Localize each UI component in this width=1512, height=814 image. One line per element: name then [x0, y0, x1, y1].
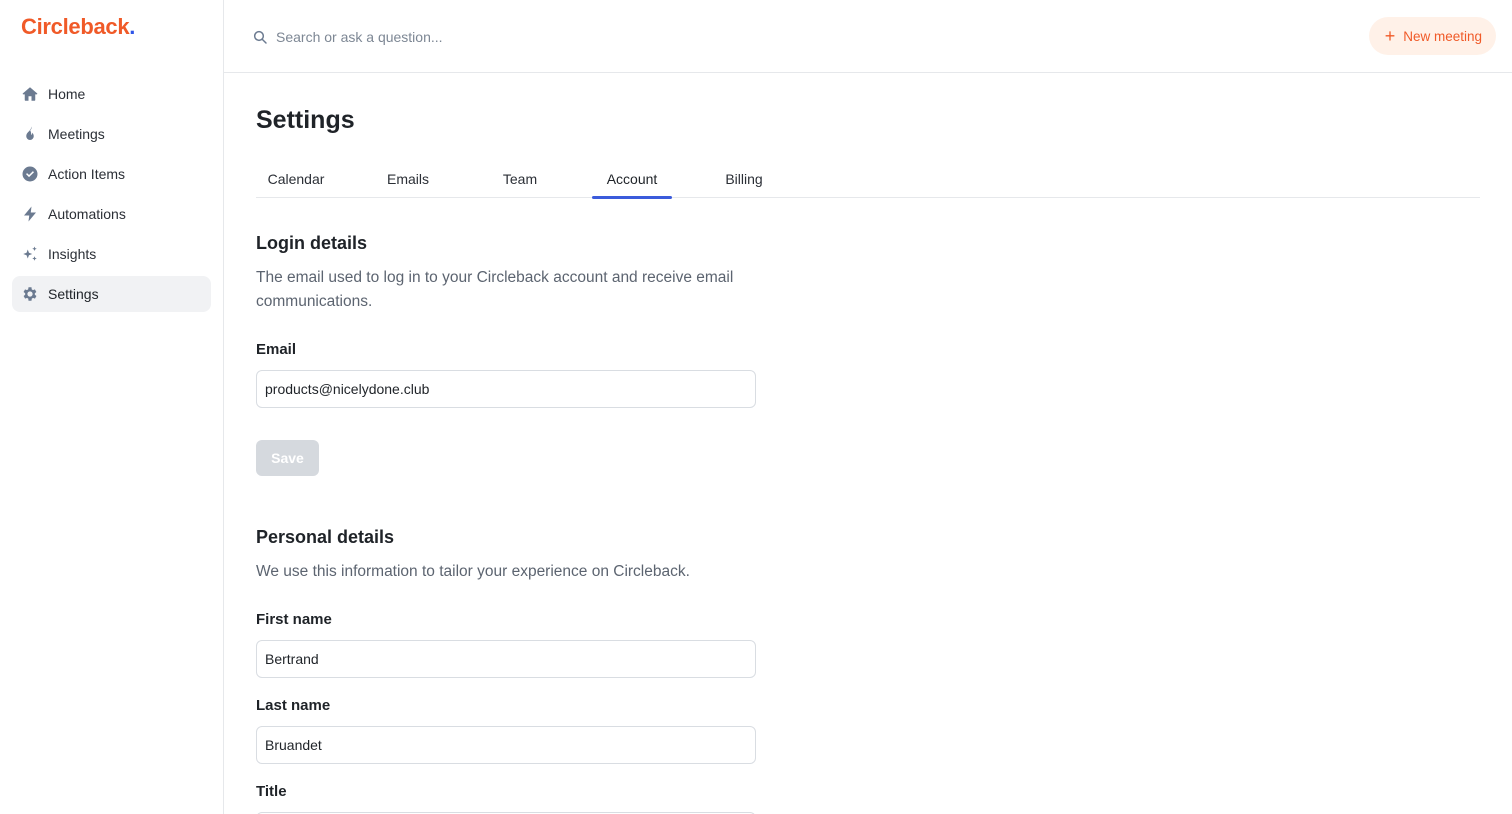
search-icon — [253, 30, 267, 44]
gear-icon — [21, 285, 39, 303]
tab-label: Emails — [386, 171, 429, 187]
new-meeting-label: New meeting — [1403, 28, 1482, 44]
sparkles-icon — [21, 245, 39, 263]
logo-dot: . — [129, 14, 136, 39]
plus-icon: + — [1384, 26, 1396, 46]
sidebar-item-meetings[interactable]: Meetings — [12, 116, 211, 152]
search-bar — [252, 26, 752, 48]
tab-account[interactable]: Account — [592, 166, 672, 199]
personal-details-title: Personal details — [256, 527, 395, 547]
sidebar-item-label: Insights — [48, 246, 97, 262]
circleback-logo[interactable]: Circleback. — [21, 14, 135, 40]
tab-calendar[interactable]: Calendar — [256, 166, 336, 198]
email-field[interactable] — [256, 370, 756, 408]
sidebar-item-label: Home — [48, 86, 86, 102]
sidebar-item-label: Meetings — [48, 126, 105, 142]
login-details-description: The email used to log in to your Circleb… — [256, 269, 734, 310]
last-name-field[interactable] — [256, 726, 756, 764]
first-name-label: First name — [256, 611, 332, 628]
email-label: Email — [256, 341, 297, 358]
page-title: Settings — [256, 106, 355, 134]
login-details-title: Login details — [256, 233, 368, 253]
sidebar-item-label: Automations — [48, 206, 126, 222]
tab-label: Account — [606, 171, 658, 187]
tab-label: Team — [502, 171, 538, 187]
sidebar-item-automations[interactable]: Automations — [12, 196, 211, 232]
settings-tabs: Calendar Emails Team Account Billing — [256, 166, 1480, 199]
lightning-icon — [21, 205, 39, 223]
sidebar-nav: Home Meetings Action Items Automations I… — [12, 76, 211, 316]
title-label: Title — [256, 783, 287, 800]
search-input[interactable] — [276, 29, 736, 45]
tab-billing[interactable]: Billing — [704, 166, 784, 198]
sidebar-item-home[interactable]: Home — [12, 76, 211, 112]
home-icon — [21, 85, 39, 103]
sidebar-item-action-items[interactable]: Action Items — [12, 156, 211, 192]
new-meeting-button[interactable]: + New meeting — [1368, 17, 1496, 55]
personal-details-description: We use this information to tailor your e… — [256, 563, 690, 580]
sidebar-item-label: Action Items — [48, 166, 126, 182]
flame-icon — [21, 125, 39, 143]
tab-team[interactable]: Team — [480, 166, 560, 198]
check-circle-icon — [21, 165, 39, 183]
first-name-field[interactable] — [256, 640, 756, 678]
tab-label: Calendar — [267, 171, 325, 187]
sidebar: Circleback. Home Meetings Action Items A… — [0, 0, 224, 814]
tab-emails[interactable]: Emails — [368, 166, 448, 198]
sidebar-item-insights[interactable]: Insights — [12, 236, 211, 272]
last-name-label: Last name — [256, 697, 331, 714]
sidebar-item-label: Settings — [48, 286, 99, 302]
tab-label: Billing — [725, 171, 763, 187]
save-button[interactable]: Save — [256, 440, 319, 476]
logo-text: Circleback — [21, 14, 130, 39]
top-bar: + New meeting — [224, 0, 1512, 73]
sidebar-item-settings[interactable]: Settings — [12, 276, 211, 312]
